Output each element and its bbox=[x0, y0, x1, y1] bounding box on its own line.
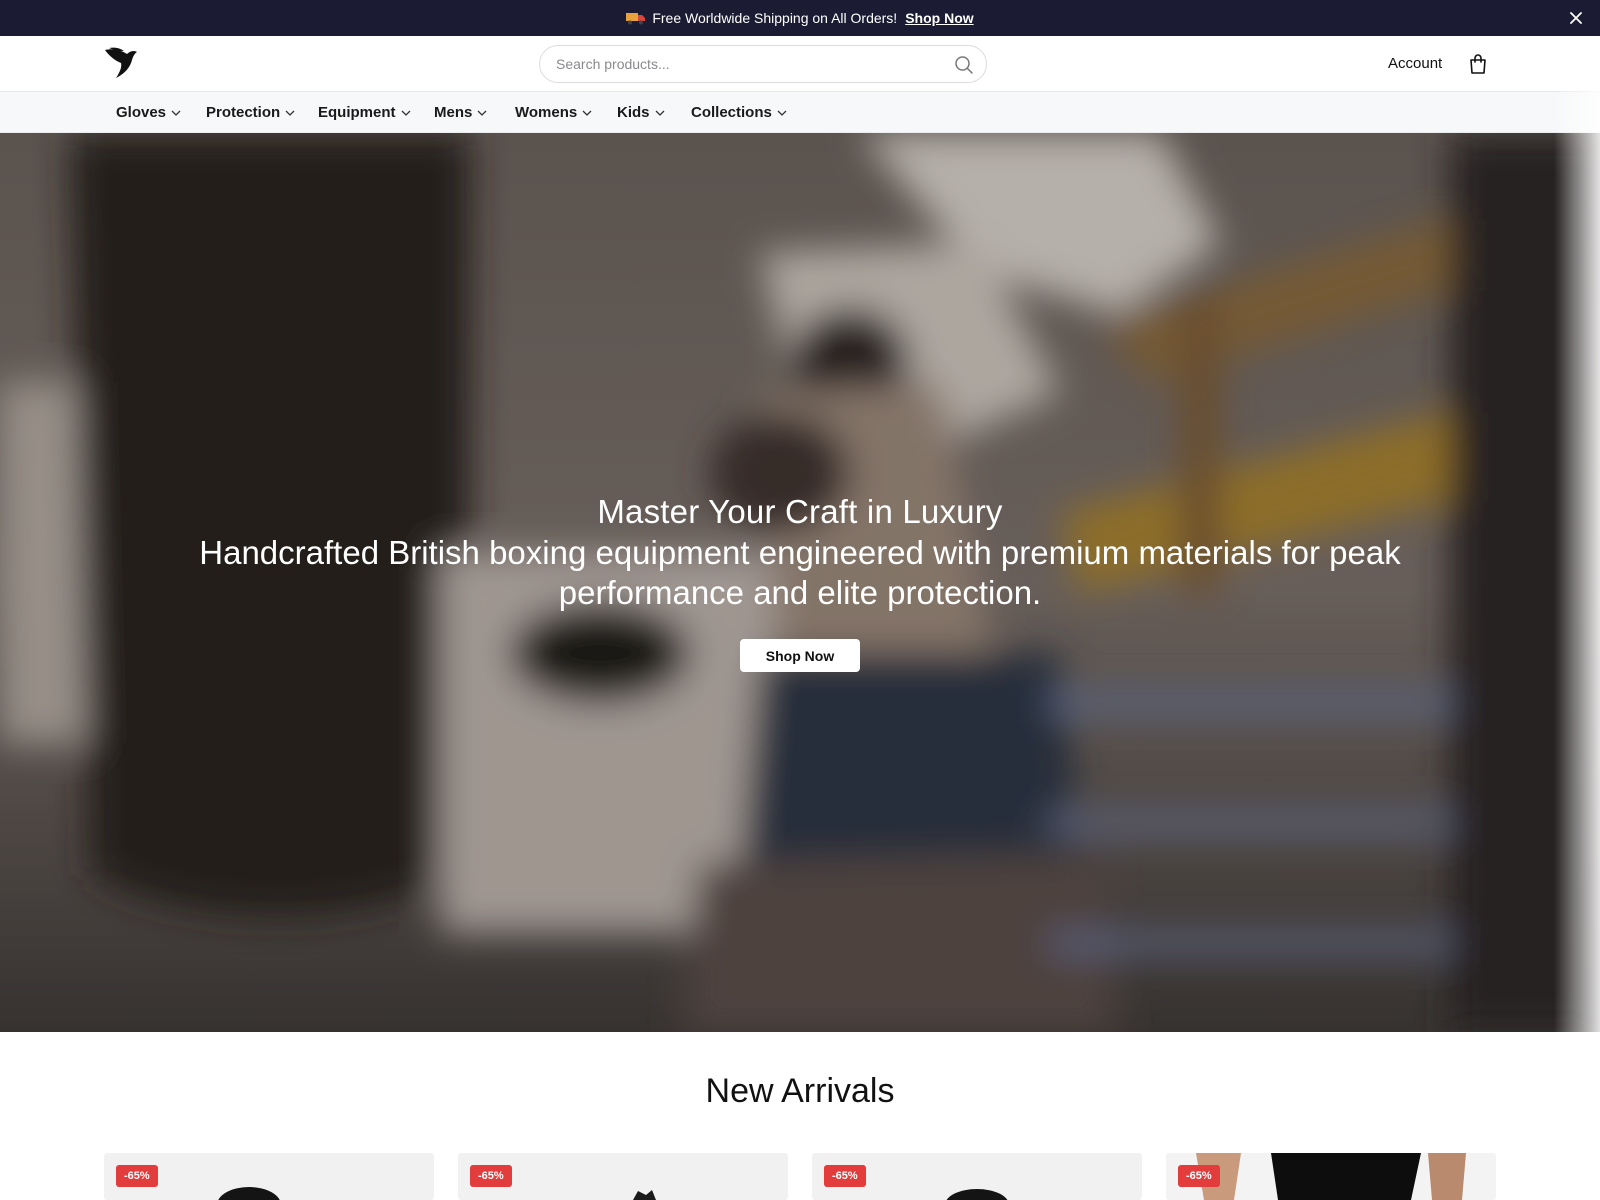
search-input[interactable] bbox=[556, 56, 936, 72]
chevron-down-icon bbox=[777, 110, 787, 116]
chevron-down-icon bbox=[401, 110, 411, 116]
nav-item-equipment[interactable]: Equipment bbox=[318, 92, 411, 133]
chevron-down-icon bbox=[171, 110, 181, 116]
chevron-down-icon bbox=[477, 110, 487, 116]
nav-item-label: Collections bbox=[691, 104, 772, 121]
nav-item-label: Protection bbox=[206, 104, 281, 121]
announcement-text: Free Worldwide Shipping on All Orders! bbox=[652, 10, 898, 26]
site-header: Account bbox=[0, 36, 1600, 92]
hero-title: Master Your Craft in Luxury bbox=[597, 493, 1003, 530]
product-card[interactable]: -65% bbox=[1166, 1153, 1496, 1200]
new-arrivals-title: New Arrivals bbox=[705, 1072, 895, 1110]
account-link[interactable]: Account bbox=[1388, 55, 1442, 72]
product-card[interactable]: -65% bbox=[458, 1153, 788, 1200]
product-card[interactable]: -65% bbox=[812, 1153, 1142, 1200]
main-nav: Gloves Protection Equipment Mens Womens … bbox=[0, 92, 1600, 133]
nav-item-mens[interactable]: Mens bbox=[434, 92, 487, 133]
discount-badge: -65% bbox=[824, 1165, 866, 1187]
discount-badge: -65% bbox=[116, 1165, 158, 1187]
hero-shop-now-button[interactable]: Shop Now bbox=[740, 639, 860, 672]
shopping-bag-icon[interactable] bbox=[1468, 53, 1488, 75]
search-bar bbox=[539, 45, 987, 83]
hero-banner: Master Your Craft in Luxury Handcrafted … bbox=[0, 133, 1600, 1032]
chevron-down-icon bbox=[285, 110, 295, 116]
nav-item-label: Gloves bbox=[116, 104, 167, 121]
nav-item-womens[interactable]: Womens bbox=[515, 92, 592, 133]
bird-logo-icon[interactable] bbox=[103, 46, 139, 80]
discount-badge: -65% bbox=[1178, 1165, 1220, 1187]
nav-item-label: Kids bbox=[617, 104, 650, 121]
nav-item-protection[interactable]: Protection bbox=[206, 92, 295, 133]
product-card[interactable]: -65% bbox=[104, 1153, 434, 1200]
nav-item-label: Mens bbox=[434, 104, 473, 121]
announcement-bar: Free Worldwide Shipping on All Orders! S… bbox=[0, 0, 1600, 36]
close-icon[interactable] bbox=[1566, 8, 1586, 28]
announcement-shop-now-link[interactable]: Shop Now bbox=[905, 10, 973, 26]
nav-item-label: Womens bbox=[515, 104, 578, 121]
truck-icon bbox=[626, 11, 646, 25]
search-icon[interactable] bbox=[954, 55, 974, 75]
chevron-down-icon bbox=[655, 110, 665, 116]
hero-subtitle: Handcrafted British boxing equipment eng… bbox=[199, 534, 1401, 611]
nav-item-gloves[interactable]: Gloves bbox=[116, 92, 181, 133]
nav-item-collections[interactable]: Collections bbox=[691, 92, 787, 133]
discount-badge: -65% bbox=[470, 1165, 512, 1187]
chevron-down-icon bbox=[582, 110, 592, 116]
nav-item-kids[interactable]: Kids bbox=[617, 92, 665, 133]
nav-item-label: Equipment bbox=[318, 104, 396, 121]
